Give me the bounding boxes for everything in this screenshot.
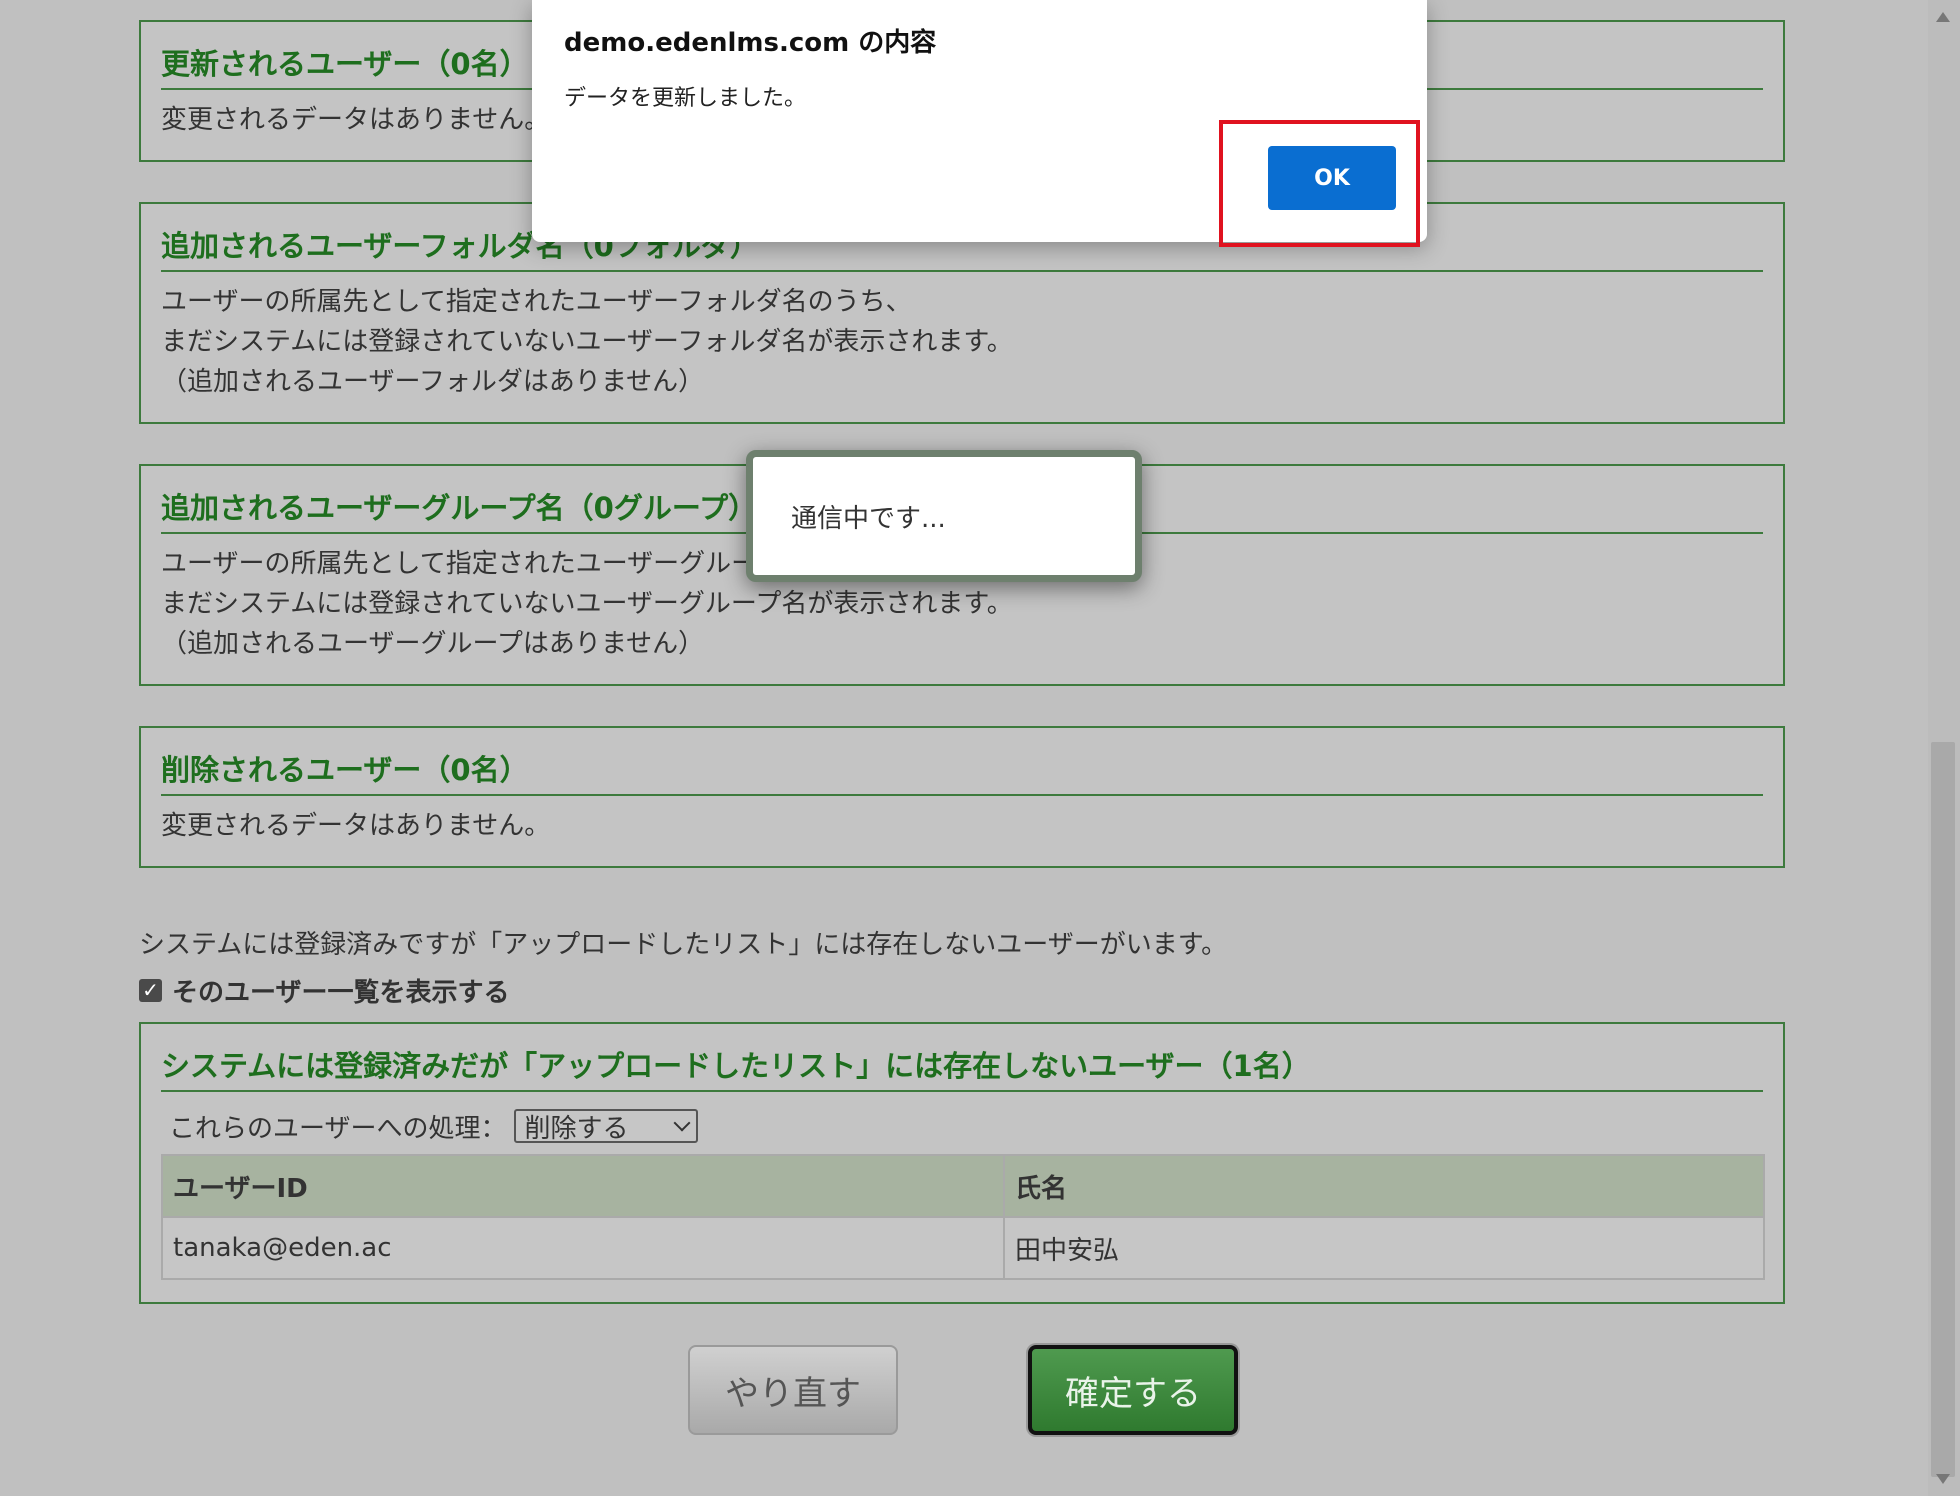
process-select[interactable]: 削除する xyxy=(514,1109,699,1144)
ok-button-highlight xyxy=(1219,120,1420,247)
show-list-toggle[interactable]: ✓ そのユーザー一覧を表示する xyxy=(139,970,509,1010)
cell-name: 田中安弘 xyxy=(1003,1216,1765,1280)
process-select-value: 削除する xyxy=(524,1113,629,1144)
alert-title: demo.edenlms.com の内容 xyxy=(564,28,937,58)
added-folders-line-3: （追加されるユーザーフォルダはありません） xyxy=(161,367,705,397)
deleted-users-title: 削除されるユーザー（0名） xyxy=(161,750,1763,796)
missing-users-notice: システムには登録済みですが「アップロードしたリスト」には存在しないユーザーがいま… xyxy=(139,930,1228,960)
show-list-checkbox[interactable]: ✓ xyxy=(139,978,162,1002)
scroll-up-arrow-icon[interactable] xyxy=(1936,12,1950,22)
redo-button[interactable]: やり直す xyxy=(688,1345,898,1435)
deleted-users-panel: 削除されるユーザー（0名） 変更されるデータはありません。 xyxy=(139,726,1785,868)
loading-text: 通信中です... xyxy=(791,503,946,534)
loading-dialog: 通信中です... xyxy=(746,450,1142,582)
missing-users-panel: システムには登録済みだが「アップロードしたリスト」には存在しないユーザー（1名）… xyxy=(139,1022,1785,1304)
alert-message: データを更新しました。 xyxy=(564,86,807,111)
scrollbar-thumb[interactable] xyxy=(1931,742,1955,1477)
added-folders-line-2: まだシステムには登録されていないユーザーフォルダ名が表示されます。 xyxy=(161,327,1013,357)
deleted-users-text: 変更されるデータはありません。 xyxy=(161,811,551,841)
process-label: これらのユーザーへの処理： xyxy=(169,1113,507,1144)
missing-users-table: ユーザーID 氏名 tanaka@eden.ac 田中安弘 xyxy=(161,1154,1765,1280)
show-list-label: そのユーザー一覧を表示する xyxy=(172,977,510,1008)
column-header-user-id: ユーザーID xyxy=(161,1154,1005,1218)
process-row: これらのユーザーへの処理： 削除する xyxy=(169,1106,699,1146)
scroll-down-arrow-icon[interactable] xyxy=(1936,1474,1950,1484)
chevron-down-icon xyxy=(673,1114,691,1132)
table-row: tanaka@eden.ac 田中安弘 xyxy=(161,1216,1765,1280)
added-groups-line-3: （追加されるユーザーグループはありません） xyxy=(161,629,705,659)
table-header-row: ユーザーID 氏名 xyxy=(161,1154,1765,1218)
confirm-button[interactable]: 確定する xyxy=(1028,1345,1238,1435)
added-folders-line-1: ユーザーの所属先として指定されたユーザーフォルダ名のうち、 xyxy=(161,287,912,317)
missing-users-title: システムには登録済みだが「アップロードしたリスト」には存在しないユーザー（1名） xyxy=(161,1046,1763,1092)
cell-user-id: tanaka@eden.ac xyxy=(161,1216,1005,1280)
column-header-name: 氏名 xyxy=(1003,1154,1765,1218)
added-groups-line-2: まだシステムには登録されていないユーザーグループ名が表示されます。 xyxy=(161,589,1013,619)
